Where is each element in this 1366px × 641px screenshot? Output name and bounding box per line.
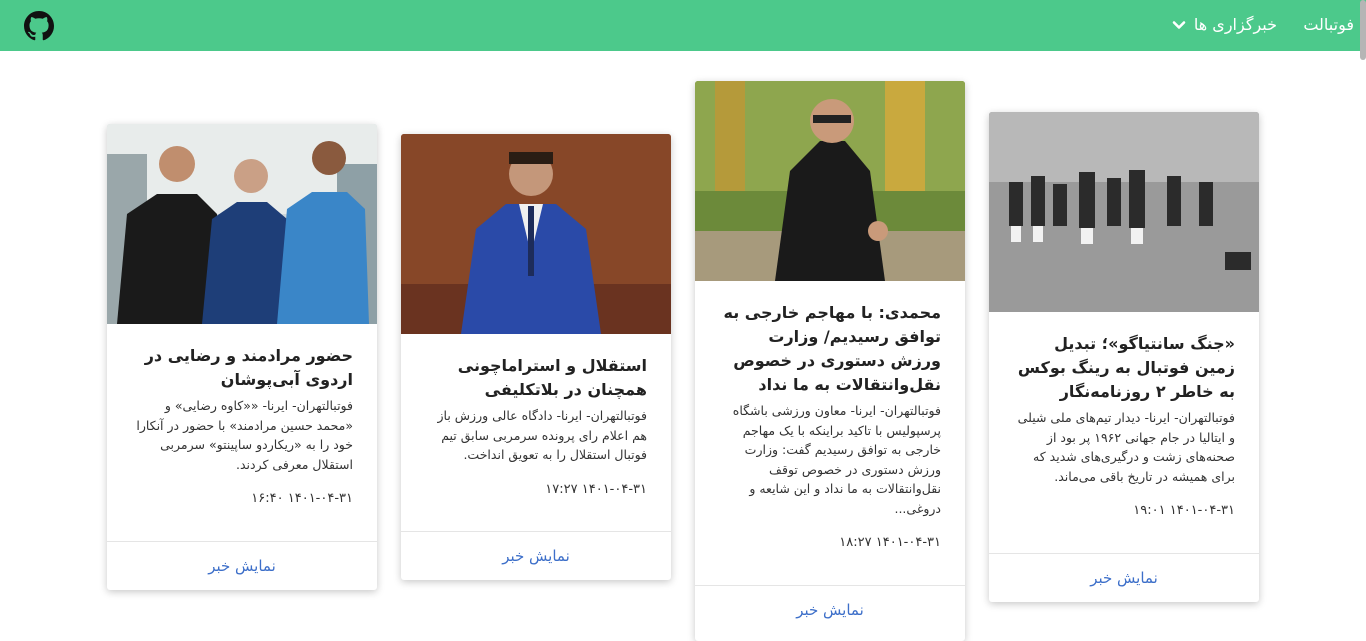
top-navbar: خبرگزاری ها فوتبالت [0, 0, 1366, 51]
chevron-down-icon [1172, 21, 1186, 29]
card-text: فوتبالتهران- ایرنا- دادگاه عالی ورزش باز… [437, 408, 647, 462]
card-footer: نمایش خبر [989, 553, 1259, 602]
news-card: حضور مرادمند و رضایی در اردوی آبی‌پوشان … [107, 124, 377, 590]
card-footer: نمایش خبر [107, 541, 377, 590]
card-body: محمدی: با مهاجم خارجی به توافق رسیدیم/ و… [695, 281, 965, 554]
card-date: ۱۴۰۱-۰۴-۳۱ ۱۸:۲۷ [839, 535, 941, 550]
brand-link[interactable]: فوتبالت [1303, 13, 1354, 37]
news-image [401, 134, 671, 334]
card-text: فوتبالتهران- ایرنا- دیدار تیم‌های ملی شی… [1017, 410, 1235, 484]
news-card: استقلال و استراماچونی همچنان در بلاتکلیف… [401, 134, 671, 580]
card-body: «جنگ سانتیاگو»؛ تبدیل زمین فوتبال به رین… [989, 312, 1259, 522]
card-text: فوتبالتهران- ایرنا- معاون ورزشی باشگاه پ… [732, 403, 941, 516]
show-news-link[interactable]: نمایش خبر [502, 547, 570, 565]
card-title: «جنگ سانتیاگو»؛ تبدیل زمین فوتبال به رین… [1017, 334, 1235, 401]
github-icon[interactable] [24, 11, 54, 41]
card-date: ۱۴۰۱-۰۴-۳۱ ۱۹:۰۱ [1133, 503, 1235, 518]
show-news-link[interactable]: نمایش خبر [1090, 569, 1158, 587]
card-footer: نمایش خبر [695, 585, 965, 634]
news-image [107, 124, 377, 324]
news-agencies-dropdown[interactable]: خبرگزاری ها [1172, 13, 1277, 37]
card-title: محمدی: با مهاجم خارجی به توافق رسیدیم/ و… [723, 303, 942, 394]
news-card: «جنگ سانتیاگو»؛ تبدیل زمین فوتبال به رین… [989, 112, 1259, 602]
show-news-link[interactable]: نمایش خبر [208, 557, 276, 575]
card-title: حضور مرادمند و رضایی در اردوی آبی‌پوشان [144, 346, 353, 389]
card-title: استقلال و استراماچونی همچنان در بلاتکلیف… [457, 356, 647, 399]
card-footer: نمایش خبر [401, 531, 671, 580]
card-date: ۱۴۰۱-۰۴-۳۱ ۱۶:۴۰ [251, 491, 353, 506]
news-card: محمدی: با مهاجم خارجی به توافق رسیدیم/ و… [695, 81, 965, 641]
card-body: استقلال و استراماچونی همچنان در بلاتکلیف… [401, 334, 671, 501]
news-image [695, 81, 965, 281]
card-text: فوتبالتهران- ایرنا- ««کاوه رضایی» و «محم… [136, 398, 353, 472]
dropdown-label: خبرگزاری ها [1193, 15, 1277, 34]
news-image [989, 112, 1259, 312]
card-date: ۱۴۰۱-۰۴-۳۱ ۱۷:۲۷ [545, 481, 647, 497]
scrollbar[interactable] [1360, 0, 1366, 60]
card-body: حضور مرادمند و رضایی در اردوی آبی‌پوشان … [107, 324, 377, 510]
show-news-link[interactable]: نمایش خبر [796, 601, 864, 619]
